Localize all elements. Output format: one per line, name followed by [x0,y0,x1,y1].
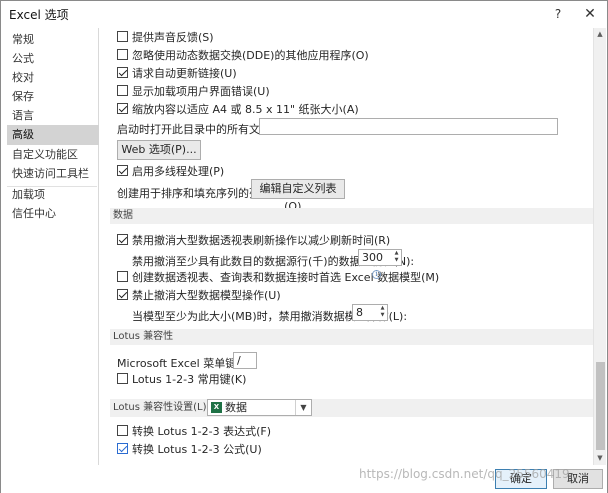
sound-feedback-label: 提供声音反馈(S) [132,31,214,44]
menu-key-input[interactable]: / [233,352,257,369]
excel-options-dialog: Excel 选项 ? ✕ 常规 公式 校对 保存 语言 高级 自定义功能区 快速… [0,0,608,493]
dialog-title: Excel 选项 [9,8,69,22]
disable-pivot-undo-checkbox[interactable] [117,234,128,245]
sidebar-item-general[interactable]: 常规 [7,30,99,50]
scrollbar-thumb[interactable] [596,362,605,450]
disable-model-undo-checkbox[interactable] [117,289,128,300]
sidebar-item-customize-ribbon[interactable]: 自定义功能区 [7,145,99,165]
sidebar-item-language[interactable]: 语言 [7,106,99,126]
prefer-data-model-checkbox[interactable] [117,271,128,282]
scale-a4-label: 缩放内容以适应 A4 或 8.5 x 11" 纸张大小(A) [132,103,359,116]
lotus-settings-label: Lotus 兼容性设置(L): [113,402,210,413]
lotus-settings-header: Lotus 兼容性设置(L): [110,399,593,417]
prefer-data-model-label: 创建数据透视表、查询表和数据连接时首选 Excel 数据模型(M) [132,271,440,284]
lotus-nav-keys-checkbox[interactable] [117,373,128,384]
edit-custom-lists-button[interactable]: 编辑自定义列表(O)... [251,179,345,213]
sidebar-item-proofing[interactable]: 校对 [7,68,99,88]
update-links-label: 请求自动更新链接(U) [132,67,237,80]
multithread-checkbox[interactable] [117,165,128,176]
update-links-checkbox[interactable] [117,67,128,78]
sidebar-item-formulas[interactable]: 公式 [7,49,99,69]
lotus-sheet-value: 数据 [225,401,247,414]
ignore-dde-checkbox[interactable] [117,49,128,60]
lotus-formula-entry-checkbox[interactable] [117,443,128,454]
model-size-stepper[interactable]: 8 ▲ ▼ [352,304,388,321]
multithread-label: 启用多线程处理(P) [132,165,225,178]
disable-model-undo-label: 禁止撤消大型数据模型操作(U) [132,289,281,302]
chevron-down-icon[interactable]: ▼ [295,400,311,415]
sound-feedback-checkbox[interactable] [117,31,128,42]
lotus-section-header: Lotus 兼容性 [110,329,593,345]
addin-errors-checkbox[interactable] [117,85,128,96]
spin-arrows-icon[interactable]: ▲ ▼ [378,305,387,320]
ignore-dde-label: 忽略使用动态数据交换(DDE)的其他应用程序(O) [132,49,369,62]
help-button[interactable]: ? [547,4,569,24]
pivot-rows-value: 300 [362,251,383,264]
model-size-value: 8 [356,306,363,319]
disable-pivot-undo-label: 禁用撤消大型数据透视表刷新操作以减少刷新时间(R) [132,234,391,247]
advanced-options-panel: 提供声音反馈(S) 忽略使用动态数据交换(DDE)的其他应用程序(O) 请求自动… [103,28,593,465]
sidebar-item-add-ins[interactable]: 加载项 [7,185,99,205]
lotus-formula-eval-label: 转换 Lotus 1-2-3 表达式(F) [132,425,272,438]
lotus-sheet-select[interactable]: X 数据 ▼ [207,399,312,416]
pivot-rows-stepper[interactable]: 300 ▲ ▼ [358,249,402,266]
title-bar: Excel 选项 ? ✕ [1,1,607,27]
sidebar-item-trust-center[interactable]: 信任中心 [7,204,99,224]
info-icon[interactable]: i [372,270,381,279]
scale-a4-checkbox[interactable] [117,103,128,114]
excel-sheet-icon: X [211,402,222,413]
sidebar-item-quick-access-toolbar[interactable]: 快速访问工具栏 [7,164,99,184]
data-section-header: 数据 [110,208,593,224]
lotus-formula-entry-label: 转换 Lotus 1-2-3 公式(U) [132,443,262,456]
scroll-up-icon[interactable]: ▲ [594,28,606,41]
watermark-text: https://blog.csdn.net/qq_25560419 [359,467,570,481]
startup-folder-input[interactable] [259,118,558,135]
spin-arrows-icon[interactable]: ▲ ▼ [392,250,401,265]
lotus-nav-keys-label: Lotus 1-2-3 常用键(K) [132,373,247,386]
scroll-down-icon[interactable]: ▼ [594,452,606,465]
sidebar-item-advanced[interactable]: 高级 [7,125,99,145]
options-sidebar: 常规 公式 校对 保存 语言 高级 自定义功能区 快速访问工具栏 加载项 信任中… [7,28,99,465]
sidebar-item-save[interactable]: 保存 [7,87,99,107]
lotus-formula-eval-checkbox[interactable] [117,425,128,436]
vertical-scrollbar[interactable]: ▲ ▼ [593,28,606,465]
addin-errors-label: 显示加载项用户界面错误(U) [132,85,270,98]
web-options-button[interactable]: Web 选项(P)... [117,140,201,160]
close-button[interactable]: ✕ [579,4,601,24]
